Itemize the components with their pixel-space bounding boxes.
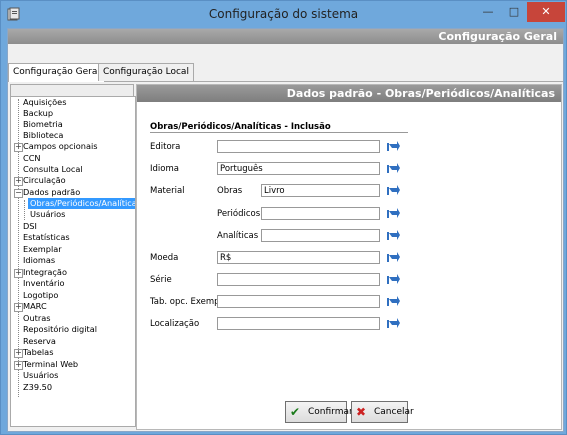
tree-item-obras-periodicos-analiticas[interactable]: Obras/Periódicos/Analíticas: [28, 198, 135, 209]
tab-configuracao-geral[interactable]: Configuração Geral: [8, 63, 105, 82]
link-arrow-icon[interactable]: [386, 162, 401, 175]
collapse-icon[interactable]: −: [14, 189, 23, 198]
tree-item-consulta-local[interactable]: Consulta Local: [23, 164, 83, 175]
tree-guide-line: [24, 200, 25, 220]
link-arrow-icon[interactable]: [386, 207, 401, 220]
tree-item-usuarios[interactable]: Usuários: [23, 370, 58, 381]
tree-item-marc[interactable]: MARC: [23, 301, 47, 312]
tab-configuracao-local[interactable]: Configuração Local: [98, 63, 194, 81]
analiticas-label: Analíticas: [217, 231, 259, 241]
config-header: Configuração Geral: [8, 29, 563, 44]
expand-icon[interactable]: +: [14, 349, 23, 358]
expand-icon[interactable]: +: [14, 361, 23, 370]
settings-panel: Dados padrão - Obras/Periódicos/Analític…: [136, 84, 562, 430]
checkmark-icon: ✔: [290, 405, 301, 419]
link-arrow-icon[interactable]: [386, 317, 401, 330]
client-area: Configuração Geral Configuração Geral Co…: [7, 28, 564, 432]
category-tree: Aquisições Backup Biometria Biblioteca +…: [10, 96, 136, 427]
obras-field[interactable]: Livro: [261, 184, 380, 197]
tree-item-idiomas[interactable]: Idiomas: [23, 255, 55, 266]
config-header-title: Configuração Geral: [438, 30, 557, 43]
tree-item-integracao[interactable]: Integração: [23, 267, 67, 278]
tree-item-dados-padrao[interactable]: Dados padrão: [23, 187, 80, 198]
tab-opc-exemp-label: Tab. opc. Exemp: [150, 297, 220, 307]
tree-item-dsi[interactable]: DSI: [23, 221, 37, 232]
localizacao-label: Localização: [150, 319, 200, 329]
link-arrow-icon[interactable]: [386, 295, 401, 308]
tree-item-biometria[interactable]: Biometria: [23, 119, 63, 130]
obras-label: Obras: [217, 186, 243, 196]
analiticas-field[interactable]: [261, 229, 380, 242]
panel-header: Dados padrão - Obras/Periódicos/Analític…: [137, 85, 561, 102]
tab-opc-exemp-field[interactable]: [217, 295, 380, 308]
link-arrow-icon[interactable]: [386, 273, 401, 286]
periodicos-field[interactable]: [261, 207, 380, 220]
title-bar: Configuração do sistema — □ ✕: [1, 1, 566, 28]
tree-item-ccn[interactable]: CCN: [23, 153, 41, 164]
cancel-x-icon: ✖: [356, 405, 367, 419]
close-button[interactable]: ✕: [527, 2, 565, 22]
tree-item-biblioteca[interactable]: Biblioteca: [23, 130, 63, 141]
tree-item-estatisticas[interactable]: Estatísticas: [23, 232, 70, 243]
cancel-button[interactable]: ✖ Cancelar: [351, 401, 414, 423]
link-arrow-icon[interactable]: [386, 140, 401, 153]
tree-item-logotipo[interactable]: Logotipo: [23, 290, 58, 301]
link-arrow-icon[interactable]: [386, 184, 401, 197]
section-title: Obras/Periódicos/Analíticas - Inclusão: [150, 122, 331, 132]
tree-item-tabelas[interactable]: Tabelas: [23, 347, 53, 358]
tree-item-aquisicoes[interactable]: Aquisições: [23, 97, 66, 108]
tree-item-reserva[interactable]: Reserva: [23, 336, 56, 347]
expand-icon[interactable]: +: [14, 269, 23, 278]
idioma-label: Idioma: [150, 164, 179, 174]
panel-title: Dados padrão - Obras/Periódicos/Analític…: [286, 87, 555, 100]
periodicos-label: Periódicos: [217, 209, 261, 219]
idioma-field[interactable]: Português: [217, 162, 380, 175]
maximize-icon: □: [508, 5, 520, 18]
tree-item-inventario[interactable]: Inventário: [23, 278, 65, 289]
link-arrow-icon[interactable]: [386, 229, 401, 242]
expand-icon[interactable]: +: [14, 143, 23, 152]
tree-item-outras[interactable]: Outras: [23, 313, 51, 324]
editora-field[interactable]: [217, 140, 380, 153]
close-icon: ✕: [541, 5, 551, 18]
moeda-label: Moeda: [150, 253, 179, 263]
expand-icon[interactable]: +: [14, 177, 23, 186]
expand-icon[interactable]: +: [14, 303, 23, 312]
tree-item-exemplar[interactable]: Exemplar: [23, 244, 62, 255]
tree-item-backup[interactable]: Backup: [23, 108, 53, 119]
minimize-button[interactable]: —: [475, 2, 501, 22]
tree-item-circulacao[interactable]: Circulação: [23, 175, 66, 186]
cancel-label: Cancelar: [374, 407, 414, 417]
moeda-field[interactable]: R$: [217, 251, 380, 264]
tree-item-repositorio-digital[interactable]: Repositório digital: [23, 324, 97, 335]
confirm-button[interactable]: ✔ Confirmar: [285, 401, 353, 423]
confirm-label: Confirmar: [308, 407, 353, 417]
serie-field[interactable]: [217, 273, 380, 286]
tab-strip: Configuração Geral Configuração Local: [8, 63, 563, 82]
tree-item-campos-opcionais[interactable]: Campos opcionais: [23, 141, 98, 152]
tree-item-terminal-web[interactable]: Terminal Web: [23, 359, 78, 370]
serie-label: Série: [150, 275, 172, 285]
tree-item-z3950[interactable]: Z39.50: [23, 382, 52, 393]
link-arrow-icon[interactable]: [386, 251, 401, 264]
localizacao-field[interactable]: [217, 317, 380, 330]
tree-item-dados-usuarios[interactable]: Usuários: [30, 209, 65, 220]
minimize-icon: —: [482, 5, 494, 18]
section-divider: [150, 132, 408, 133]
maximize-button[interactable]: □: [501, 2, 527, 22]
window: Configuração do sistema — □ ✕ Configuraç…: [0, 0, 567, 435]
material-label: Material: [150, 186, 185, 196]
editora-label: Editora: [150, 142, 181, 152]
